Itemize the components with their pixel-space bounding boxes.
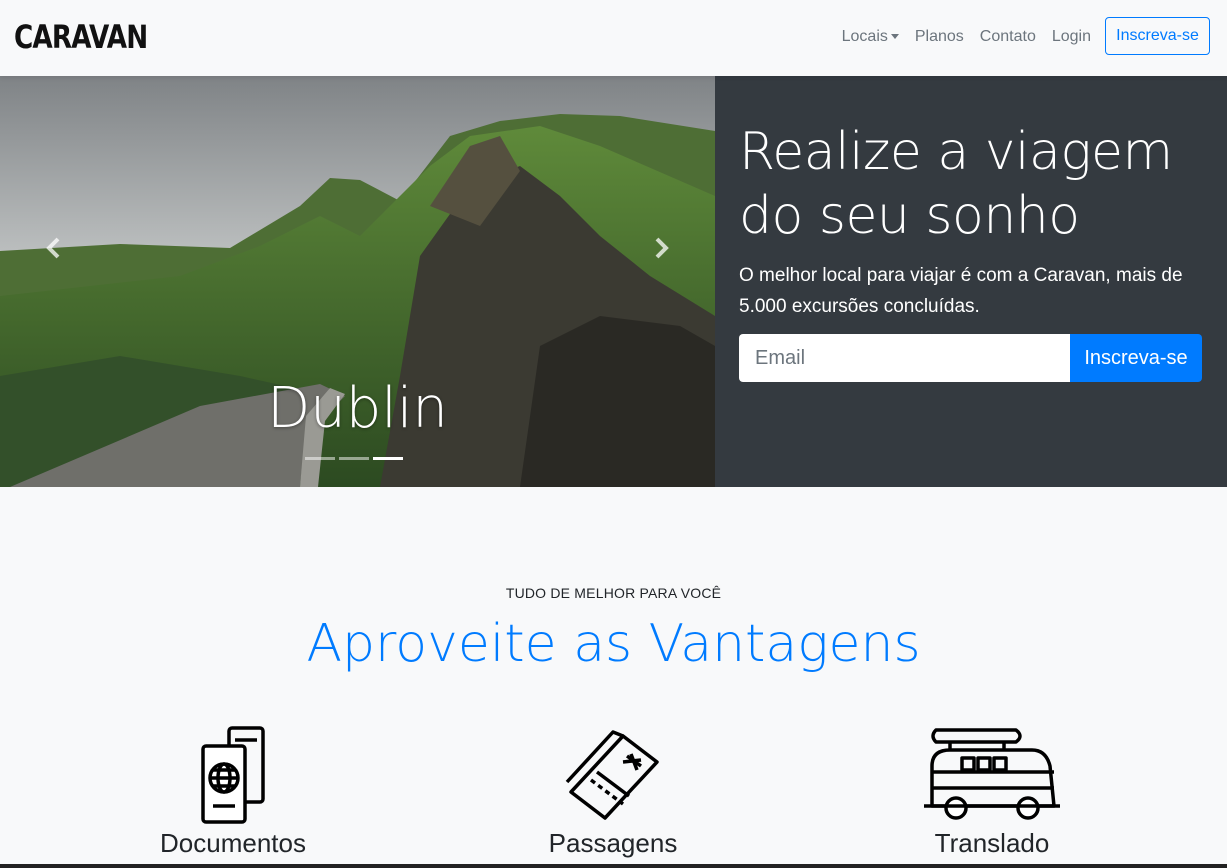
feature-label: Translado <box>934 828 1050 858</box>
nav-item-locais[interactable]: Locais <box>842 28 899 46</box>
carousel-indicator-active[interactable] <box>373 457 403 460</box>
carousel-caption: Dublin <box>267 376 448 441</box>
feature-passagens: Passagens <box>463 722 763 859</box>
features-title: Aproveite as Vantagens <box>306 614 921 674</box>
ticket-icon <box>565 730 659 820</box>
hero-title: Realize a viagem do seu sonho <box>739 122 1173 246</box>
feature-documentos: Documentos <box>83 722 383 859</box>
feature-label: Passagens <box>548 828 678 858</box>
nav-item-planos[interactable]: Planos <box>915 28 964 46</box>
carousel-indicator[interactable] <box>339 457 369 460</box>
feature-label: Documentos <box>160 828 306 858</box>
passport-icon <box>201 726 265 824</box>
page-bottom-border <box>0 864 1227 868</box>
carousel-prev-button[interactable] <box>44 236 64 260</box>
feature-translado: Translado <box>842 722 1142 859</box>
email-input[interactable] <box>739 334 1071 382</box>
signup-hero-button[interactable]: Inscreva-se <box>1070 334 1202 382</box>
hero-panel: Realize a viagem do seu sonho O melhor l… <box>715 76 1227 487</box>
brand-logo[interactable]: CARAVAN <box>14 18 148 56</box>
nav-item-contato[interactable]: Contato <box>980 28 1036 46</box>
carousel-indicators <box>305 457 403 460</box>
nav-item-login[interactable]: Login <box>1052 28 1091 46</box>
features-eyebrow: TUDO DE MELHOR PARA VOCÊ <box>505 585 722 601</box>
caret-down-icon <box>890 34 899 40</box>
carousel-next-button[interactable] <box>651 236 671 260</box>
carousel: Dublin <box>0 76 715 487</box>
carousel-indicator[interactable] <box>305 457 335 460</box>
chevron-left-icon <box>46 237 60 259</box>
navbar: CARAVAN Locais Planos Contato Login Insc… <box>0 0 1227 76</box>
hero-subtitle: O melhor local para viajar é com a Carav… <box>739 265 1183 317</box>
van-icon <box>924 728 1060 820</box>
nav-links: Locais Planos Contato Login <box>842 28 1091 46</box>
chevron-right-icon <box>655 237 669 259</box>
signup-nav-button[interactable]: Inscreva-se <box>1105 17 1210 55</box>
hero: Dublin Realize a viagem do seu sonho O m… <box>0 76 1227 487</box>
